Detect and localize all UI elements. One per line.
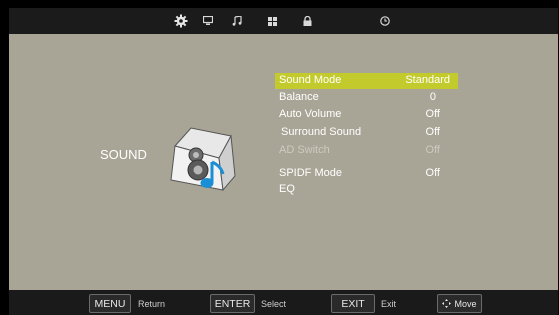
menu-item-value: Off: [425, 144, 440, 156]
menu-item-label: Balance: [279, 91, 319, 103]
menu-key-button[interactable]: MENU: [89, 294, 131, 313]
menu-item-auto-volume[interactable]: Auto Volume Off: [275, 107, 458, 123]
menu-hint-label: Return: [138, 299, 166, 309]
menu-item-value: Off: [425, 126, 440, 138]
menu-item-surround-sound[interactable]: Surround Sound Off: [275, 125, 458, 141]
grid-icon[interactable]: [266, 8, 278, 34]
menu-item-value: Off: [425, 167, 440, 179]
menu-item-value: Off: [425, 108, 440, 120]
menu-item-label: Surround Sound: [281, 126, 362, 138]
menu-item-eq[interactable]: EQ: [275, 182, 458, 198]
menu-item-label: EQ: [279, 183, 295, 195]
move-arrows-icon: [442, 299, 452, 308]
clock-icon[interactable]: [379, 8, 391, 34]
speaker-icon: [165, 122, 243, 194]
gear-icon[interactable]: [173, 8, 189, 34]
move-key-button[interactable]: Move: [437, 294, 482, 313]
move-key-label: Move: [454, 298, 477, 309]
menu-item-value: 0: [429, 91, 436, 103]
menu-item-label: Sound Mode: [279, 74, 342, 86]
top-tab-bar: [9, 8, 558, 34]
menu-item-label: Auto Volume: [279, 108, 342, 120]
exit-key-button[interactable]: EXIT: [331, 294, 375, 313]
menu-item-ad-switch: AD Switch Off: [275, 143, 458, 159]
menu-item-label: AD Switch: [279, 144, 330, 156]
bottom-hint-bar: MENU Return ENTER Select EXIT Exit Move: [9, 290, 558, 315]
monitor-icon[interactable]: [201, 8, 215, 34]
menu-item-value: Standard: [405, 74, 450, 86]
menu-item-spidf-mode[interactable]: SPIDF Mode Off: [275, 166, 458, 182]
enter-key-button[interactable]: ENTER: [210, 294, 255, 313]
section-title: SOUND: [100, 147, 147, 162]
menu-item-balance[interactable]: Balance 0: [275, 90, 458, 106]
music-note-icon[interactable]: [230, 8, 244, 34]
lock-icon[interactable]: [301, 8, 313, 34]
exit-hint-label: Exit: [381, 299, 397, 309]
menu-item-sound-mode[interactable]: Sound Mode Standard: [275, 73, 458, 89]
menu-item-label: SPIDF Mode: [279, 167, 342, 179]
enter-hint-label: Select: [261, 299, 287, 309]
